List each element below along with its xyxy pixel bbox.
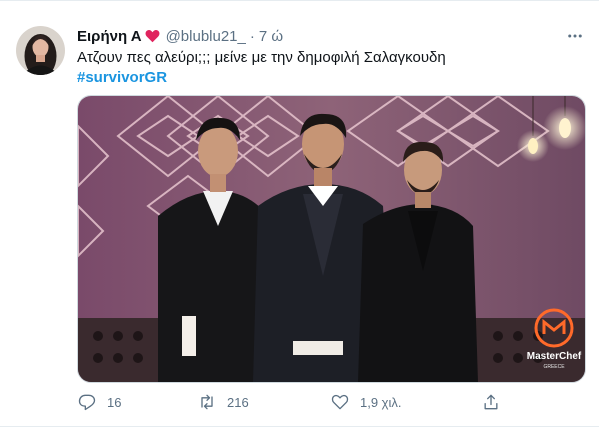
reply-button[interactable]: 16 [77,392,121,412]
tweet-text: Ατζουν πες αλεύρι;;; μείνε με την δημοφι… [77,49,446,66]
reply-icon [78,394,96,411]
share-button[interactable] [481,392,501,412]
author-handle[interactable]: @blublu21_ [166,28,246,45]
more-icon[interactable] [560,26,590,46]
tweet-timestamp[interactable]: 7 ώ [259,28,283,45]
avatar[interactable] [16,26,65,75]
top-divider [0,0,599,1]
share-icon [484,394,498,410]
like-count: 1,9 χιλ. [360,394,402,410]
retweet-count: 216 [227,394,249,410]
author-name[interactable]: Ειρήνη Α [77,28,142,45]
tweet-media-image[interactable]: MasterChef GREECE [77,95,586,383]
like-button[interactable]: 1,9 χιλ. [330,392,402,412]
reply-count: 16 [107,394,122,410]
like-icon [331,394,349,410]
separator-dot: · [249,27,255,45]
tweet-header: Ειρήνη Α @blublu21_ · 7 ώ [77,26,283,46]
retweet-button[interactable]: 216 [197,392,249,412]
logo-title: MasterChef [527,351,582,362]
bottom-divider [0,426,599,427]
heart-icon [145,29,160,43]
action-bar: 16 216 1,9 χιλ. [0,392,599,414]
retweet-icon [201,394,213,410]
hashtag-link[interactable]: #survivorGR [77,68,167,88]
logo-subtitle: GREECE [543,364,565,370]
